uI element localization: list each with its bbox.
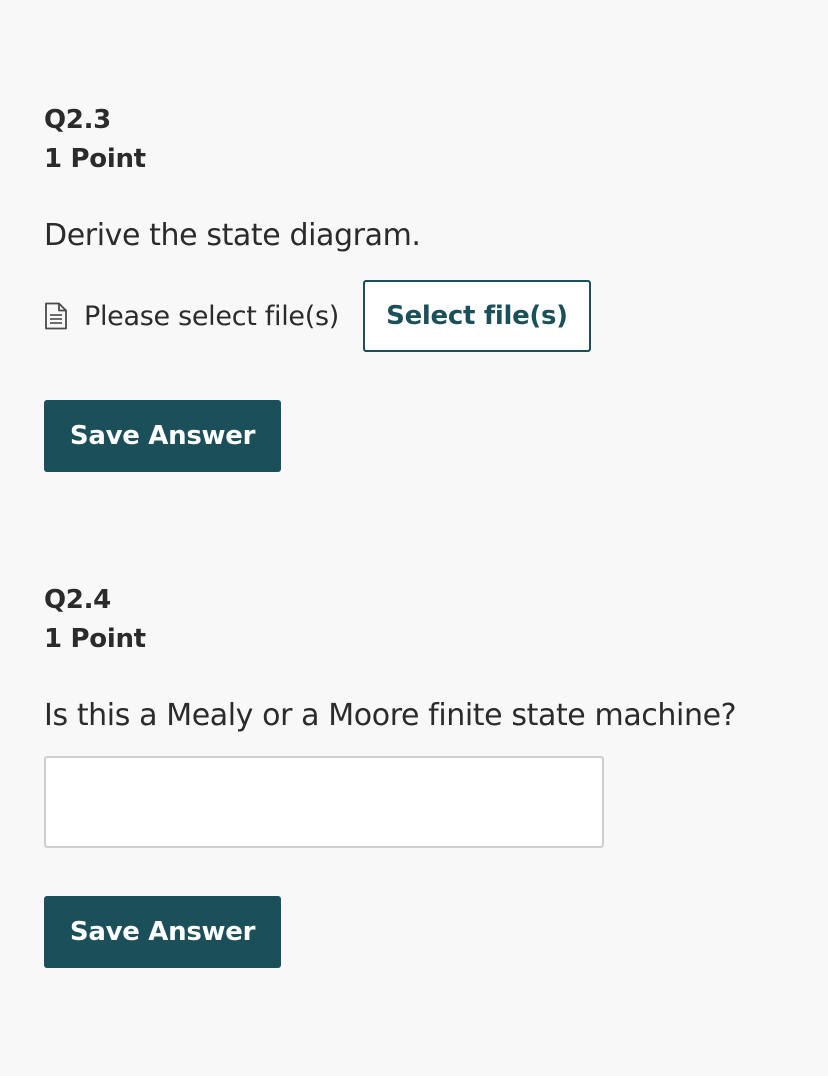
file-upload-row: Please select file(s) Select file(s) bbox=[44, 280, 828, 352]
question-points: 1 Point bbox=[44, 144, 146, 174]
save-answer-button[interactable]: Save Answer bbox=[44, 896, 281, 968]
question-number: Q2.3 bbox=[44, 105, 111, 135]
save-answer-button[interactable]: Save Answer bbox=[44, 400, 281, 472]
select-files-button[interactable]: Select file(s) bbox=[362, 280, 591, 352]
question-prompt: Derive the state diagram. bbox=[44, 218, 421, 253]
question-q2-4: Q2.4 1 Point Is this a Mealy or a Moore … bbox=[44, 581, 828, 968]
question-number: Q2.4 bbox=[44, 585, 111, 615]
question-prompt: Is this a Mealy or a Moore finite state … bbox=[44, 698, 737, 733]
file-status-text: Please select file(s) bbox=[84, 300, 339, 332]
document-icon bbox=[44, 302, 68, 330]
answer-input[interactable] bbox=[44, 756, 604, 848]
question-q2-3: Q2.3 1 Point Derive the state diagram. P… bbox=[44, 101, 828, 472]
question-points: 1 Point bbox=[44, 624, 146, 654]
